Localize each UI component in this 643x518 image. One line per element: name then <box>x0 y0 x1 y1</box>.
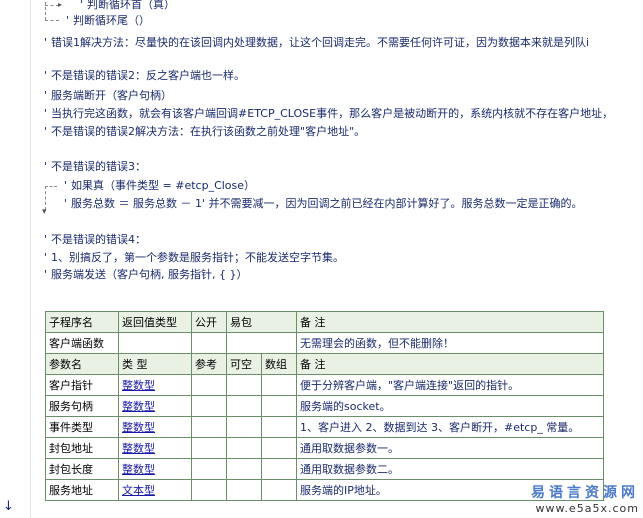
arrow-down-icon: ↓ <box>3 499 14 514</box>
code-line-comment[interactable]: ' 1、别搞反了，第一个参数是服务指针；不能发送空字节集。 <box>44 251 344 265</box>
table-row[interactable]: 封包长度 整数型 通用取数据参数二。 <box>45 458 604 480</box>
table-header-cell: 备 注 <box>296 311 604 333</box>
param-header-cell: 备 注 <box>296 353 604 375</box>
param-array-cell[interactable] <box>261 479 297 501</box>
code-editor[interactable]: ▸ ' 判断循环首（真） ' 判断循环尾（） ' 错误1解决方法：尽量快的在该回调内处… <box>30 0 643 300</box>
param-note-cell[interactable]: 服务端的socket。 <box>296 395 604 417</box>
flow-arrow-right-icon: ▸ <box>58 0 63 9</box>
code-line-if[interactable]: ' 如果真（事件类型 = #etcp_Close） <box>64 179 255 193</box>
watermark-url: www.e5a5x.com <box>535 502 639 515</box>
param-header-cell: 类 型 <box>118 353 192 375</box>
code-line-loop-tail[interactable]: ' 判断循环尾（） <box>66 14 150 28</box>
table-header-row: 子程序名 返回值类型 公开 易包 备 注 <box>45 311 604 333</box>
param-name-cell[interactable]: 服务地址 <box>45 479 119 501</box>
table-header-cell: 易包 <box>226 311 297 333</box>
flow-arrow-down-icon: ▾ <box>42 207 47 217</box>
code-line-loop-head[interactable]: ' 判断循环首（真） <box>80 0 175 12</box>
editor-gutter <box>0 0 31 518</box>
param-array-cell[interactable] <box>261 395 297 417</box>
param-type-cell[interactable]: 整数型 <box>118 395 192 417</box>
sub-epkg-cell[interactable] <box>226 332 297 354</box>
param-header-cell: 数组 <box>261 353 297 375</box>
param-header-row: 参数名 类 型 参考 可空 数组 备 注 <box>45 353 604 375</box>
watermark-title: 易语言资源网 <box>531 485 639 501</box>
param-array-cell[interactable] <box>261 416 297 438</box>
table-row[interactable]: 客户指针 整数型 便于分辨客户端，"客户端连接"返回的指针。 <box>45 374 604 396</box>
param-name-cell[interactable]: 封包长度 <box>45 458 119 480</box>
param-type-cell[interactable]: 整数型 <box>118 458 192 480</box>
param-ref-cell[interactable] <box>191 374 227 396</box>
code-line-comment[interactable]: ' 服务端发送（客户句柄, 服务指针, { }） <box>44 268 248 282</box>
table-header-cell: 子程序名 <box>45 311 119 333</box>
param-ref-cell[interactable] <box>191 479 227 501</box>
param-header-cell: 参考 <box>191 353 227 375</box>
table-row[interactable]: 事件类型 整数型 1、客户进入 2、数据到达 3、客户断开，#etcp_ 常量。 <box>45 416 604 438</box>
param-nullable-cell[interactable] <box>226 479 262 501</box>
param-header-cell: 可空 <box>226 353 262 375</box>
param-nullable-cell[interactable] <box>226 458 262 480</box>
sub-return-cell[interactable] <box>118 332 192 354</box>
table-header-cell: 返回值类型 <box>118 311 192 333</box>
if-flow-top <box>45 186 57 187</box>
param-note-cell[interactable]: 1、客户进入 2、数据到达 3、客户断开，#etcp_ 常量。 <box>296 416 604 438</box>
watermark-logo: 易语言资源网 www.e5a5x.com <box>531 486 639 516</box>
code-line-comment[interactable]: ' 当执行完这函数，就会有该客户端回调#ETCP_CLOSE事件，那么客户是被动断… <box>44 107 613 121</box>
param-note-cell[interactable]: 便于分辨客户端，"客户端连接"返回的指针。 <box>296 374 604 396</box>
sub-note-cell[interactable]: 无需理会的函数，但不能删除！ <box>296 332 604 354</box>
param-type-cell[interactable]: 整数型 <box>118 374 192 396</box>
param-header-cell: 参数名 <box>45 353 119 375</box>
sub-public-cell[interactable] <box>191 332 227 354</box>
param-nullable-cell[interactable] <box>226 437 262 459</box>
code-line-statement[interactable]: ' 服务端断开（客户句柄） <box>44 89 172 103</box>
param-type-cell[interactable]: 文本型 <box>118 479 192 501</box>
code-line-comment[interactable]: ' 不是错误的错误2：反之客户端也一样。 <box>44 69 245 83</box>
param-name-cell[interactable]: 事件类型 <box>45 416 119 438</box>
param-type-cell[interactable]: 整数型 <box>118 437 192 459</box>
code-line-comment[interactable]: ' 不是错误的错误4： <box>44 233 146 247</box>
param-note-cell[interactable]: 通用取数据参数二。 <box>296 458 604 480</box>
loop-flow-top <box>45 5 59 6</box>
param-array-cell[interactable] <box>261 374 297 396</box>
table-row[interactable]: 封包地址 整数型 通用取数据参数一。 <box>45 437 604 459</box>
code-line-comment[interactable]: ' 错误1解决方法：尽量快的在该回调内处理数据，让这个回调走完。不需要任何许可证，… <box>44 36 589 50</box>
param-ref-cell[interactable] <box>191 395 227 417</box>
loop-flow-bottom <box>45 20 59 21</box>
param-type-cell[interactable]: 整数型 <box>118 416 192 438</box>
param-nullable-cell[interactable] <box>226 416 262 438</box>
param-nullable-cell[interactable] <box>226 374 262 396</box>
param-ref-cell[interactable] <box>191 458 227 480</box>
table-row[interactable]: 服务句柄 整数型 服务端的socket。 <box>45 395 604 417</box>
table-row[interactable]: 服务地址 文本型 服务端的IP地址。 <box>45 479 604 501</box>
sub-name-cell[interactable]: 客户端函数 <box>45 332 119 354</box>
param-array-cell[interactable] <box>261 437 297 459</box>
param-array-cell[interactable] <box>261 458 297 480</box>
param-ref-cell[interactable] <box>191 416 227 438</box>
param-name-cell[interactable]: 服务句柄 <box>45 395 119 417</box>
param-note-cell[interactable]: 通用取数据参数一。 <box>296 437 604 459</box>
param-name-cell[interactable]: 客户指针 <box>45 374 119 396</box>
table-header-cell: 公开 <box>191 311 227 333</box>
table-row[interactable]: 客户端函数 无需理会的函数，但不能删除！ <box>45 332 604 354</box>
param-ref-cell[interactable] <box>191 437 227 459</box>
code-line-comment[interactable]: ' 不是错误的错误2解决方法：在执行该函数之前处理"客户地址"。 <box>44 125 365 139</box>
code-line-comment[interactable]: ' 不是错误的错误3： <box>44 160 146 174</box>
code-line-statement[interactable]: ' 服务总数 ＝ 服务总数 － 1' 并不需要减一，因为回调之前已经在内部计算好了… <box>64 197 583 211</box>
param-nullable-cell[interactable] <box>226 395 262 417</box>
subroutine-table: 子程序名 返回值类型 公开 易包 备 注 客户端函数 无需理会的函数，但不能删除… <box>45 311 604 501</box>
param-name-cell[interactable]: 封包地址 <box>45 437 119 459</box>
